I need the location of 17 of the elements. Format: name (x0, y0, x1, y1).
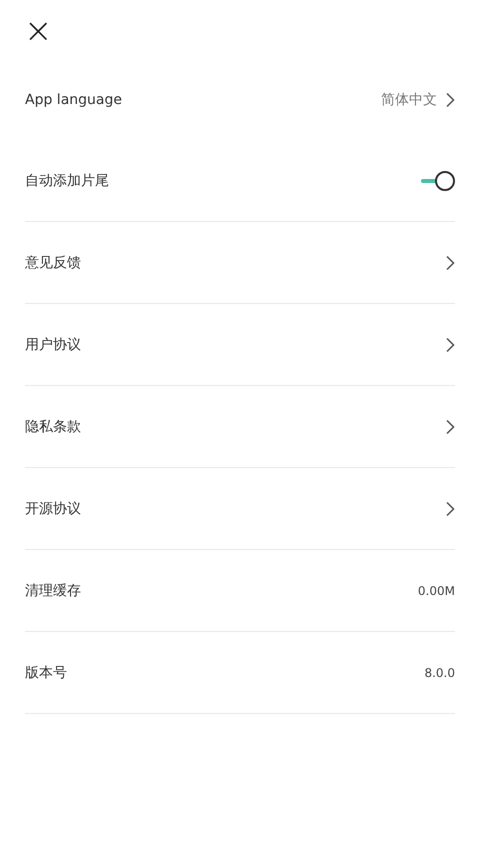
chevron-right-icon (445, 336, 455, 352)
setting-value: 8.0.0 (424, 666, 455, 680)
settings-row[interactable]: 意见反馈 (25, 222, 455, 304)
settings-row[interactable]: 开源协议 (25, 468, 455, 550)
chevron-right-icon (445, 92, 455, 108)
chevron-right-icon (445, 418, 455, 434)
setting-label: 清理缓存 (25, 582, 81, 600)
setting-label: 自动添加片尾 (25, 172, 109, 190)
toggle-switch[interactable] (421, 170, 455, 190)
settings-row[interactable]: 隐私条款 (25, 386, 455, 468)
settings-row[interactable]: App language 简体中文 (25, 60, 455, 140)
close-button[interactable]: × (22, 14, 54, 48)
settings-row[interactable]: 用户协议 (25, 304, 455, 386)
setting-value: 0.00M (418, 584, 455, 598)
setting-label: 版本号 (25, 664, 67, 682)
chevron-right-icon (445, 500, 455, 516)
chevron-right-icon (445, 254, 455, 270)
